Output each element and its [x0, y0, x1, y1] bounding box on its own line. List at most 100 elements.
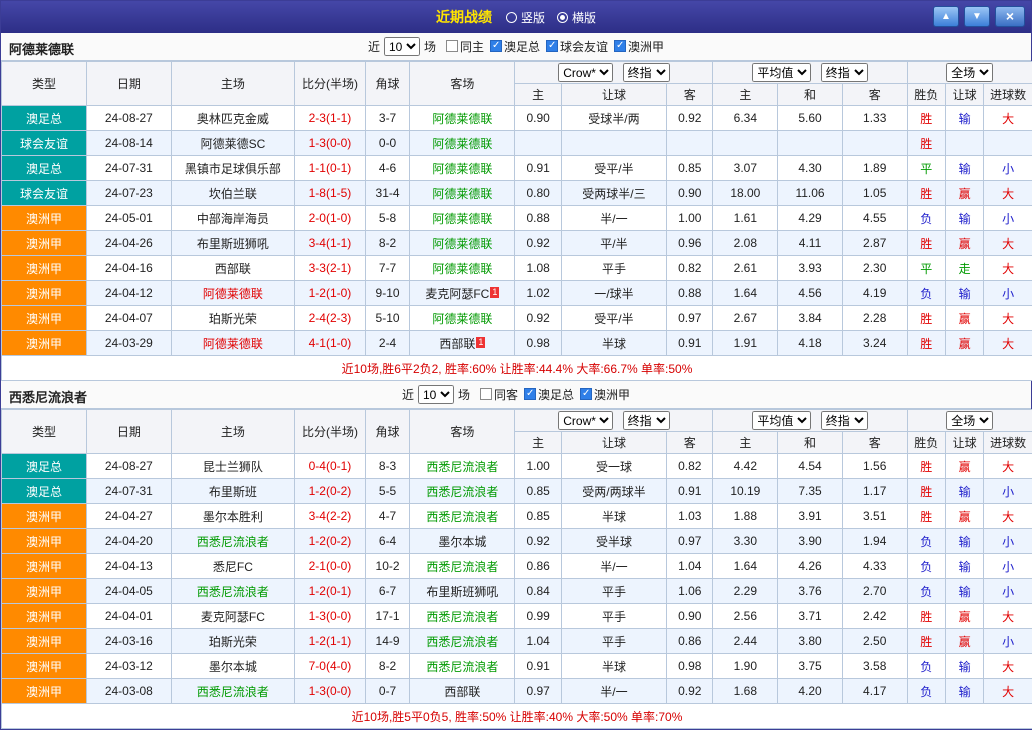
cell-home: 坎伯兰联 — [171, 181, 294, 206]
filter-checkbox-澳洲甲[interactable]: 澳洲甲 — [580, 386, 630, 403]
cell-corner: 5-8 — [365, 206, 409, 231]
radio-input[interactable] — [506, 12, 517, 23]
odds-stage-select[interactable]: 终指 — [623, 411, 670, 430]
cell-handicap: 半/一 — [561, 554, 666, 579]
avg-stage-select[interactable]: 终指 — [821, 411, 868, 430]
cell-odds-away: 0.88 — [667, 281, 713, 306]
layout-radio-horizontal[interactable]: 横版 — [557, 9, 596, 26]
cell-handicap: 受一球 — [561, 454, 666, 479]
radio-input[interactable] — [557, 12, 568, 23]
cell-handicap-result: 输 — [945, 106, 983, 131]
cell-odds-away: 0.86 — [667, 629, 713, 654]
cell-avg-away — [842, 131, 907, 156]
scroll-down-button[interactable]: ▼ — [964, 6, 990, 27]
checkbox-input[interactable] — [580, 388, 592, 400]
cell-away: 阿德莱德联 — [410, 206, 515, 231]
match-row: 澳洲甲24-04-16西部联3-3(2-1)7-7阿德莱德联1.08平手0.82… — [2, 256, 1032, 281]
cell-avg-draw — [778, 131, 843, 156]
filter-checkbox-同主[interactable]: 同主 — [446, 38, 484, 55]
cell-goals: 大 — [984, 454, 1032, 479]
cell-type: 澳洲甲 — [2, 256, 87, 281]
cell-type: 澳洲甲 — [2, 629, 87, 654]
cell-avg-draw: 4.54 — [778, 454, 843, 479]
bookmaker-select[interactable]: Crow* — [558, 63, 613, 82]
cell-avg-draw: 3.90 — [778, 529, 843, 554]
cell-odds-away: 0.90 — [667, 181, 713, 206]
cell-result: 负 — [907, 281, 945, 306]
cell-avg-home: 10.19 — [713, 479, 778, 504]
checkbox-input[interactable] — [614, 40, 626, 52]
cell-goals: 大 — [984, 106, 1032, 131]
cell-type: 澳洲甲 — [2, 654, 87, 679]
match-row: 澳洲甲24-04-13悉尼FC2-1(0-0)10-2西悉尼流浪者0.86半/一… — [2, 554, 1032, 579]
cell-avg-away: 1.89 — [842, 156, 907, 181]
cell-handicap-result: 输 — [945, 554, 983, 579]
cell-type: 澳洲甲 — [2, 331, 87, 356]
cell-odds-home: 0.88 — [515, 206, 561, 231]
cell-type: 澳足总 — [2, 106, 87, 131]
cell-score: 1-3(0-0) — [295, 604, 366, 629]
average-select[interactable]: 平均值 — [752, 411, 811, 430]
cell-avg-draw: 11.06 — [778, 181, 843, 206]
cell-odds-away: 1.04 — [667, 554, 713, 579]
avg-stage-select[interactable]: 终指 — [821, 63, 868, 82]
cell-avg-away: 4.33 — [842, 554, 907, 579]
close-button[interactable]: × — [995, 6, 1025, 27]
cell-odds-home — [515, 131, 561, 156]
bookmaker-select[interactable]: Crow* — [558, 411, 613, 430]
col-header-corner: 角球 — [365, 410, 409, 454]
col-header-date: 日期 — [86, 410, 171, 454]
cell-date: 24-04-12 — [86, 281, 171, 306]
scope-select[interactable]: 全场 — [946, 411, 993, 430]
checkbox-input[interactable] — [524, 388, 536, 400]
col-header-away: 客场 — [410, 410, 515, 454]
odds-header-cell: Crow* 终指 — [515, 62, 713, 84]
cell-type: 澳洲甲 — [2, 554, 87, 579]
cell-corner: 17-1 — [365, 604, 409, 629]
cell-goals: 大 — [984, 181, 1032, 206]
checkbox-input[interactable] — [480, 388, 492, 400]
scroll-up-button[interactable]: ▲ — [933, 6, 959, 27]
matches-table: 类型 日期 主场 比分(半场) 角球 客场 Crow* 终指 平均值 终指 — [1, 61, 1032, 381]
cell-avg-away: 3.58 — [842, 654, 907, 679]
col-header-away: 客场 — [410, 62, 515, 106]
cell-score: 1-2(0-2) — [295, 479, 366, 504]
match-count-select[interactable]: 10 — [418, 385, 454, 404]
close-icon: × — [1006, 8, 1014, 24]
match-row: 澳足总24-07-31布里斯班1-2(0-2)5-5西悉尼流浪者0.85受两/两… — [2, 479, 1032, 504]
odds-stage-select[interactable]: 终指 — [623, 63, 670, 82]
cell-result: 负 — [907, 554, 945, 579]
checkbox-input[interactable] — [546, 40, 558, 52]
cell-handicap: 半球 — [561, 331, 666, 356]
filter-checkbox-球会友谊[interactable]: 球会友谊 — [546, 38, 608, 55]
cell-goals: 小 — [984, 281, 1032, 306]
cell-away: 阿德莱德联 — [410, 306, 515, 331]
checkbox-input[interactable] — [446, 40, 458, 52]
cell-avg-away: 1.05 — [842, 181, 907, 206]
cell-score: 1-8(1-5) — [295, 181, 366, 206]
cell-away: 西悉尼流浪者 — [410, 654, 515, 679]
cell-avg-draw: 4.29 — [778, 206, 843, 231]
cell-type: 澳足总 — [2, 479, 87, 504]
games-label: 场 — [458, 386, 470, 403]
scope-select[interactable]: 全场 — [946, 63, 993, 82]
average-select[interactable]: 平均值 — [752, 63, 811, 82]
filter-checkbox-澳足总[interactable]: 澳足总 — [524, 386, 574, 403]
checkbox-label: 球会友谊 — [560, 38, 608, 55]
cell-type: 澳洲甲 — [2, 679, 87, 704]
checkbox-input[interactable] — [490, 40, 502, 52]
cell-away: 阿德莱德联 — [410, 156, 515, 181]
filter-checkbox-同客[interactable]: 同客 — [480, 386, 518, 403]
cell-goals: 大 — [984, 654, 1032, 679]
cell-score: 1-1(0-1) — [295, 156, 366, 181]
cell-home: 布里斯班狮吼 — [171, 231, 294, 256]
cell-away: 阿德莱德联 — [410, 231, 515, 256]
filter-checkbox-澳足总[interactable]: 澳足总 — [490, 38, 540, 55]
cell-corner: 7-7 — [365, 256, 409, 281]
cell-avg-away: 3.24 — [842, 331, 907, 356]
match-row: 澳洲甲24-04-12阿德莱德联1-2(1-0)9-10麦克阿瑟FC11.02一… — [2, 281, 1032, 306]
cell-result: 胜 — [907, 231, 945, 256]
match-count-select[interactable]: 10 — [384, 37, 420, 56]
filter-checkbox-澳洲甲[interactable]: 澳洲甲 — [614, 38, 664, 55]
layout-radio-vertical[interactable]: 竖版 — [506, 9, 545, 26]
